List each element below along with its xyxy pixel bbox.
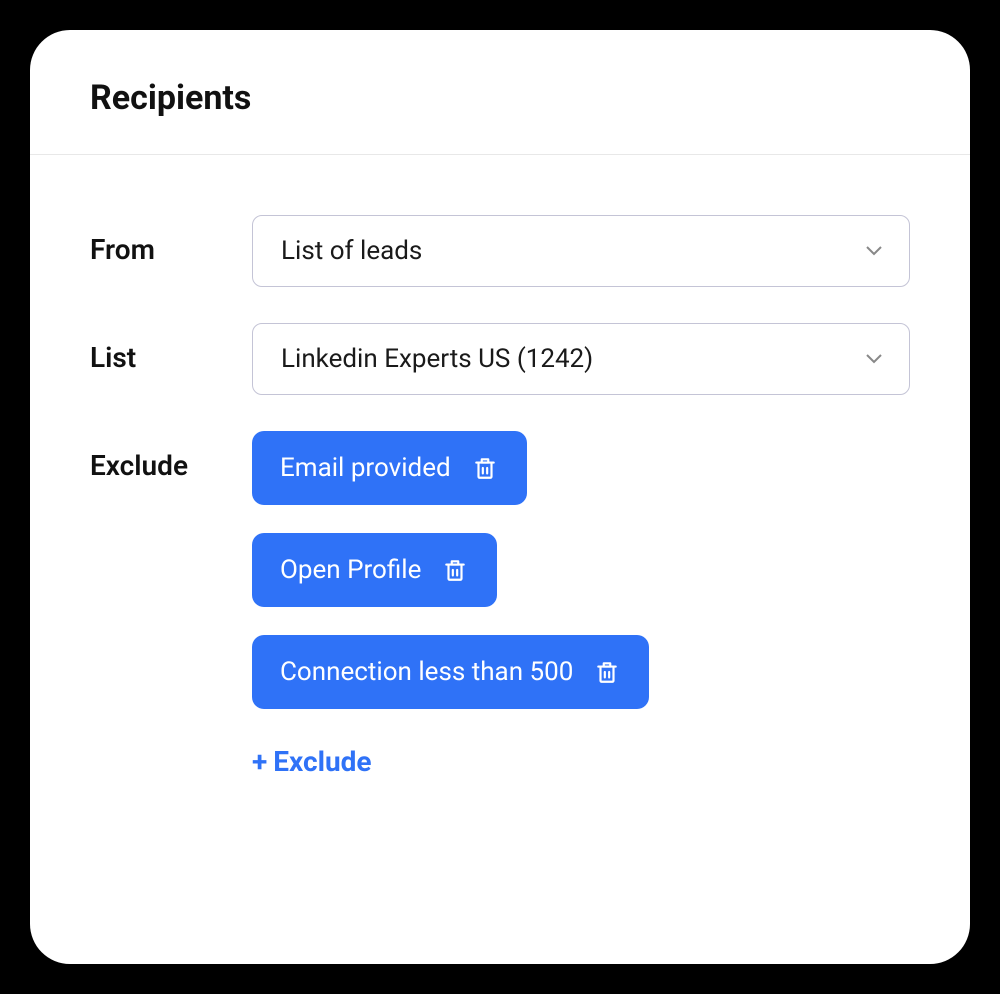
row-list: List Linkedin Experts US (1242) — [90, 323, 910, 395]
label-from: From — [90, 215, 252, 266]
trash-icon[interactable] — [471, 454, 499, 482]
exclude-chips: Email provided Open Prof — [252, 431, 910, 709]
page-title: Recipients — [90, 78, 910, 118]
label-exclude: Exclude — [90, 431, 252, 482]
label-list: List — [90, 323, 252, 374]
exclude-chip-email-provided[interactable]: Email provided — [252, 431, 527, 505]
add-exclude-button[interactable]: + Exclude — [252, 745, 372, 778]
select-from[interactable]: List of leads — [252, 215, 910, 287]
chip-label: Connection less than 500 — [280, 657, 573, 687]
chevron-down-icon — [865, 242, 883, 260]
card-body: From List of leads List Linkedin Experts… — [30, 155, 970, 854]
trash-icon[interactable] — [441, 556, 469, 584]
chip-label: Email provided — [280, 453, 451, 483]
select-from-value: List of leads — [281, 236, 422, 266]
plus-icon: + — [252, 745, 267, 778]
trash-icon[interactable] — [593, 658, 621, 686]
row-exclude: Exclude Email provided — [90, 431, 910, 778]
add-exclude-label: Exclude — [273, 745, 371, 778]
row-from: From List of leads — [90, 215, 910, 287]
chevron-down-icon — [865, 350, 883, 368]
exclude-chip-open-profile[interactable]: Open Profile — [252, 533, 497, 607]
select-list[interactable]: Linkedin Experts US (1242) — [252, 323, 910, 395]
select-list-value: Linkedin Experts US (1242) — [281, 344, 593, 374]
chip-label: Open Profile — [280, 555, 421, 585]
recipients-card: Recipients From List of leads List Linke… — [30, 30, 970, 964]
card-header: Recipients — [30, 30, 970, 155]
exclude-chip-connection-lt-500[interactable]: Connection less than 500 — [252, 635, 649, 709]
